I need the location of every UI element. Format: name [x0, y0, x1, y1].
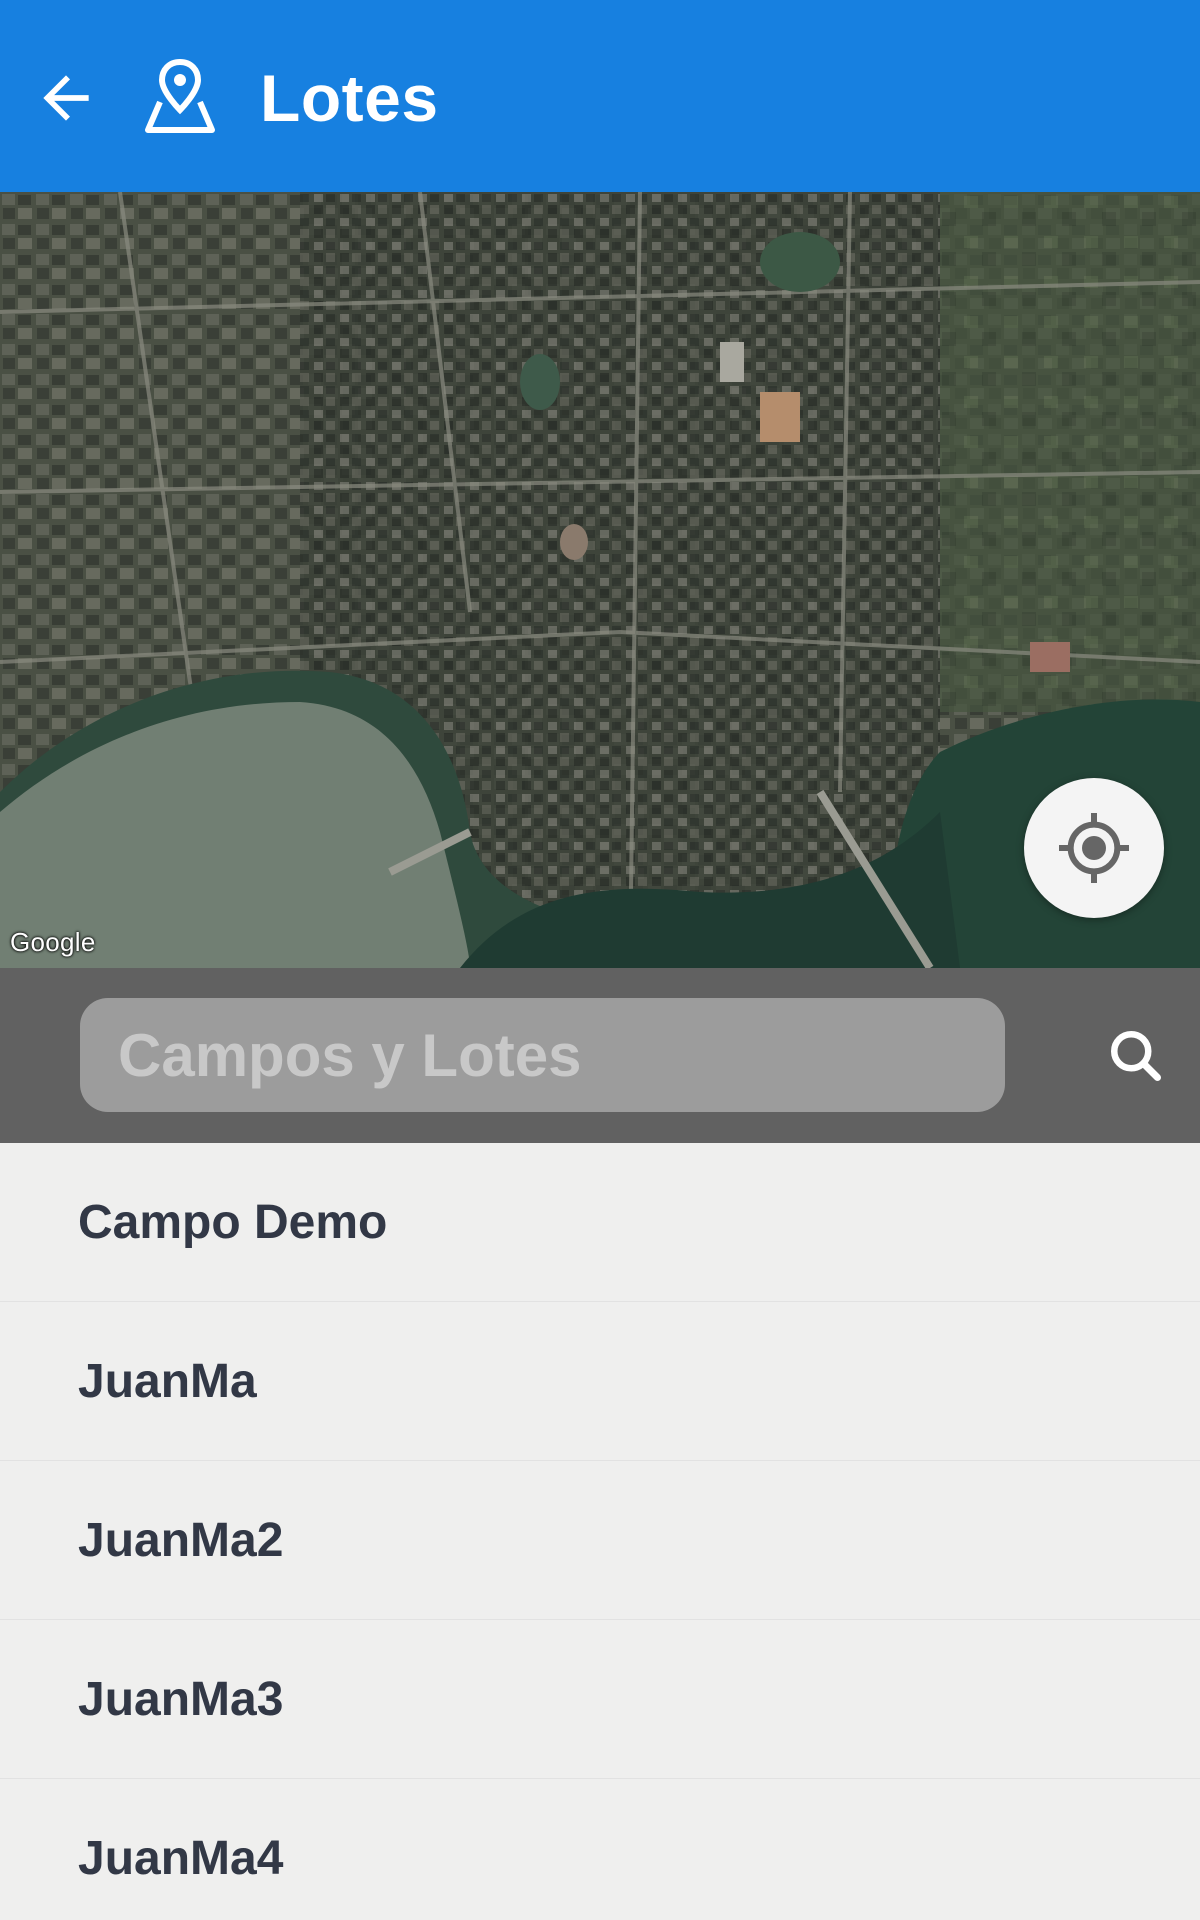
search-button[interactable]	[1070, 990, 1200, 1120]
list-item[interactable]: JuanMa	[0, 1302, 1200, 1461]
google-attribution: Google	[10, 927, 96, 957]
search-bar	[0, 968, 1200, 1143]
app-bar: Lotes	[0, 0, 1200, 192]
my-location-button[interactable]	[1024, 778, 1164, 918]
search-input[interactable]	[80, 998, 1005, 1112]
satellite-map[interactable]: Google	[0, 192, 1200, 968]
back-button[interactable]	[28, 60, 104, 136]
list-item[interactable]: Campo Demo	[0, 1143, 1200, 1302]
list-item[interactable]: JuanMa3	[0, 1620, 1200, 1779]
list-item-label: JuanMa2	[78, 1513, 284, 1567]
arrow-left-icon	[43, 75, 89, 121]
list-item[interactable]: JuanMa4	[0, 1779, 1200, 1920]
search-icon	[1110, 1030, 1161, 1081]
page-title: Lotes	[260, 61, 439, 135]
my-location-icon	[1059, 813, 1129, 883]
list-item-label: Campo Demo	[78, 1195, 388, 1249]
map-imagery	[0, 192, 1200, 968]
list-item[interactable]: JuanMa2	[0, 1461, 1200, 1620]
list-item-label: JuanMa3	[78, 1672, 284, 1726]
lot-list: Campo Demo JuanMa JuanMa2 JuanMa3 JuanMa…	[0, 1143, 1200, 1920]
list-item-label: JuanMa	[78, 1354, 257, 1408]
map-pin-icon	[145, 58, 215, 133]
list-item-label: JuanMa4	[78, 1831, 284, 1885]
